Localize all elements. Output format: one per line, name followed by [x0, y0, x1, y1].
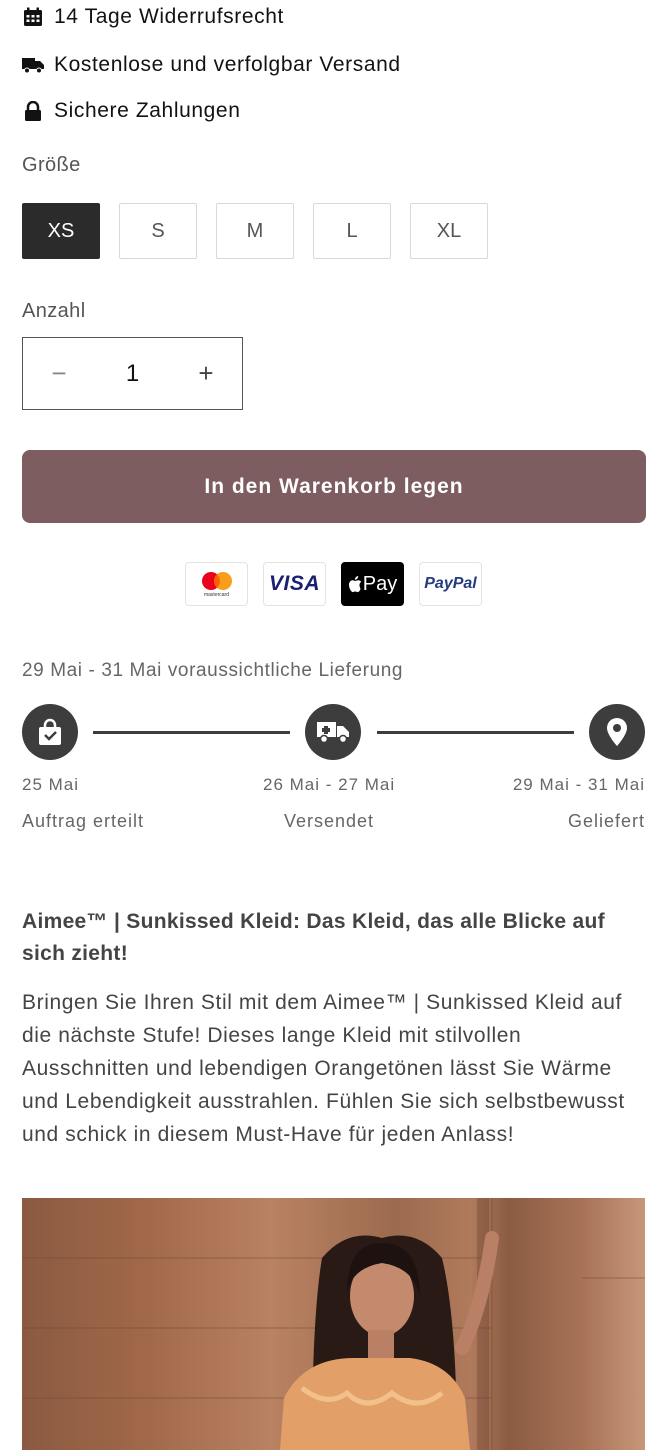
size-label: Größe — [22, 154, 81, 176]
add-to-cart-button[interactable]: In den Warenkorb legen — [22, 450, 646, 523]
paypal-icon: PayPal — [419, 562, 482, 606]
quantity-stepper: − 1 + — [22, 337, 243, 410]
truck-icon — [305, 704, 361, 760]
step-label-delivered: Geliefert — [567, 811, 645, 831]
location-pin-icon — [589, 704, 645, 760]
size-option-l[interactable]: L — [313, 203, 391, 259]
feature-text: Sichere Zahlungen — [54, 99, 241, 122]
feature-text: 14 Tage Widerrufsrecht — [54, 5, 284, 28]
step-date-delivered: 29 Mai - 31 Mai — [512, 775, 645, 794]
step-date-ordered: 25 Mai — [22, 775, 80, 794]
paypal-text: PayPal — [424, 575, 477, 592]
mastercard-text: mastercard — [203, 592, 229, 598]
quantity-label: Anzahl — [22, 300, 86, 322]
step-label-ordered: Auftrag erteilt — [22, 811, 145, 831]
visa-icon: VISA — [263, 562, 326, 606]
feature-shipping: Kostenlose und verfolgbar Versand — [22, 53, 401, 77]
apple-pay-text: Pay — [362, 572, 398, 595]
feature-text: Kostenlose und verfolgbar Versand — [54, 53, 401, 76]
timeline-connector — [377, 731, 574, 734]
lock-bag-icon — [22, 704, 78, 760]
payment-methods: mastercard VISA Pay PayPal — [185, 562, 482, 606]
apple-pay-icon: Pay — [341, 562, 404, 606]
step-label-shipped: Versendet — [284, 811, 375, 831]
size-option-xs[interactable]: XS — [22, 203, 100, 259]
truck-icon — [22, 54, 44, 76]
feature-return: 14 Tage Widerrufsrecht — [22, 5, 284, 29]
quantity-value[interactable]: 1 — [126, 360, 139, 388]
calendar-icon — [22, 6, 44, 28]
mastercard-icon: mastercard — [185, 562, 248, 606]
description-title: Aimee™ | Sunkissed Kleid: Das Kleid, das… — [22, 910, 605, 965]
size-selector: XS S M L XL — [22, 203, 488, 259]
increase-quantity-button[interactable]: + — [196, 358, 216, 389]
lock-icon — [22, 100, 44, 122]
delivery-estimate: 29 Mai - 31 Mai voraussichtliche Lieferu… — [22, 660, 404, 681]
product-photo — [22, 1198, 645, 1450]
decrease-quantity-button[interactable]: − — [49, 358, 69, 389]
size-option-xl[interactable]: XL — [410, 203, 488, 259]
size-option-s[interactable]: S — [119, 203, 197, 259]
description-body: Bringen Sie Ihren Stil mit dem Aimee™ | … — [22, 991, 625, 1146]
size-option-m[interactable]: M — [216, 203, 294, 259]
step-date-shipped: 26 Mai - 27 Mai — [263, 775, 396, 794]
timeline-connector — [93, 731, 290, 734]
visa-text: VISA — [268, 572, 320, 595]
feature-secure-payment: Sichere Zahlungen — [22, 99, 241, 123]
